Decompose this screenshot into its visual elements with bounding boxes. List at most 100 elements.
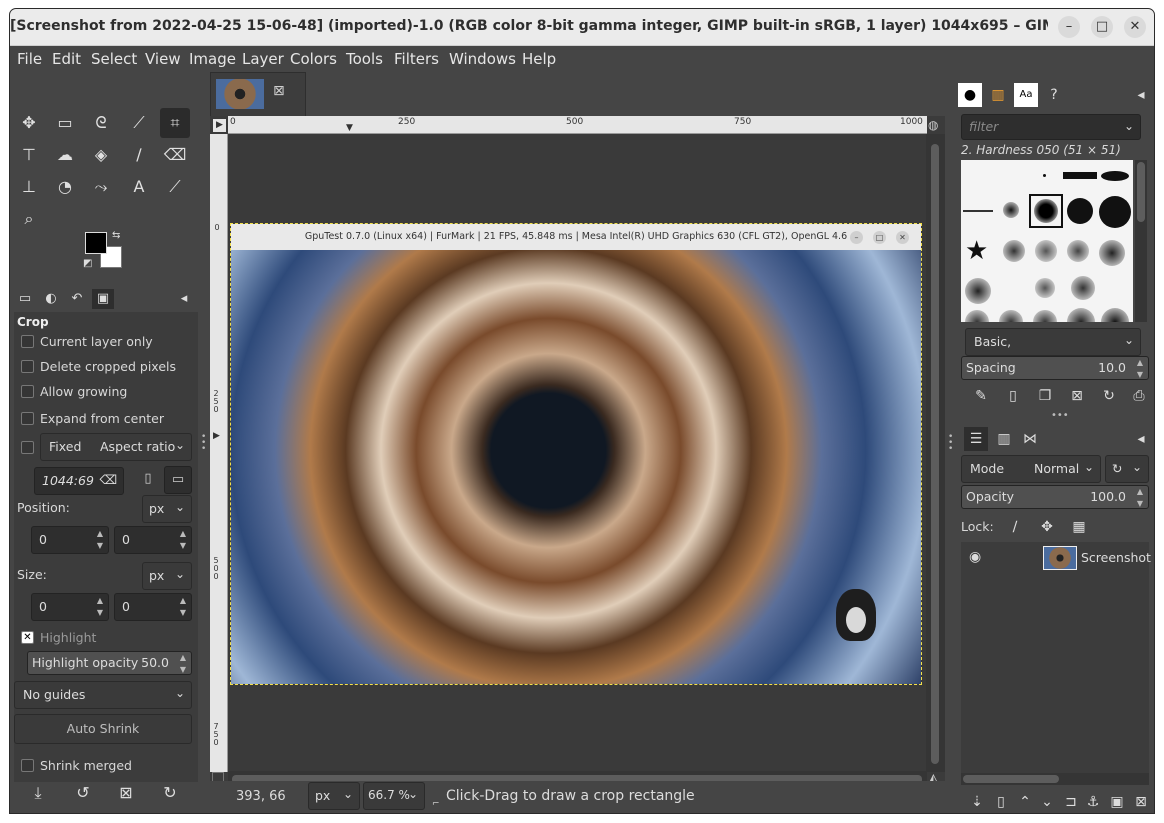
portrait-icon[interactable]: ▯: [138, 471, 158, 491]
vertical-scrollbar[interactable]: [926, 134, 945, 772]
allow-growing-checkbox[interactable]: [21, 385, 34, 398]
swap-colors-icon[interactable]: ⇆: [112, 230, 120, 241]
spin-icon[interactable]: ▲ ▼: [177, 595, 189, 619]
layer-mode-combo[interactable]: Mode Normal ⌄: [961, 455, 1101, 483]
spacing-field[interactable]: Spacing 10.0 ▲ ▼: [961, 356, 1149, 380]
shrink-merged-checkbox[interactable]: [21, 759, 34, 772]
unified-transform-icon[interactable]: ⊤: [14, 140, 44, 170]
highlight-checkbox[interactable]: ✕: [21, 631, 34, 644]
edit-brush-icon[interactable]: ✎: [969, 384, 993, 408]
brush-item[interactable]: [1067, 240, 1089, 262]
brush-item[interactable]: [1067, 198, 1093, 224]
highlight-opacity-field[interactable]: Highlight opacity 50.0 ▲ ▼: [27, 651, 192, 675]
menu-filters[interactable]: Filters: [394, 50, 439, 68]
paths-tab-icon[interactable]: ⋈: [1018, 427, 1042, 451]
images-tab-icon[interactable]: ▣: [92, 289, 114, 309]
fonts-tab-icon[interactable]: Aa: [1014, 83, 1038, 107]
vertical-ruler[interactable]: 0 250 500 750 ▶: [210, 134, 228, 772]
eraser-icon[interactable]: ⌫: [160, 140, 190, 170]
configure-tab-icon[interactable]: ◂: [173, 289, 195, 309]
open-brush-as-image-icon[interactable]: ⎙: [1127, 384, 1151, 408]
brush-item[interactable]: [1043, 174, 1046, 177]
aspect-ratio-field[interactable]: 1044:69 ⌫: [34, 467, 124, 495]
brush-item[interactable]: [1035, 240, 1057, 262]
eye-icon[interactable]: ◉: [969, 549, 981, 565]
warp-icon[interactable]: ☁: [50, 140, 80, 170]
menu-colors[interactable]: Colors: [290, 50, 337, 68]
raise-layer-icon[interactable]: ⌃: [1013, 790, 1037, 813]
menu-layer[interactable]: Layer: [242, 50, 284, 68]
menu-edit[interactable]: Edit: [52, 50, 81, 68]
size-unit-combo[interactable]: px ⌄: [142, 562, 192, 590]
duplicate-brush-icon[interactable]: ❐: [1033, 384, 1057, 408]
brush-item[interactable]: [1067, 308, 1095, 322]
scroll-thumb[interactable]: [1137, 162, 1145, 222]
spin-icon[interactable]: ▲ ▼: [94, 528, 106, 552]
drag-handle-icon[interactable]: •••: [1051, 410, 1069, 421]
clear-icon[interactable]: ⌫: [99, 472, 117, 487]
delete-options-icon[interactable]: ⊠: [114, 781, 138, 805]
reset-options-icon[interactable]: ↻: [158, 781, 182, 805]
spin-icon[interactable]: ▲ ▼: [177, 652, 189, 674]
paintbrush-icon[interactable]: ∕: [124, 140, 154, 170]
position-unit-combo[interactable]: px ⌄: [142, 495, 192, 523]
quick-mask-icon[interactable]: ▶: [213, 119, 226, 132]
scroll-thumb[interactable]: [931, 144, 939, 764]
delete-brush-icon[interactable]: ⊠: [1065, 384, 1089, 408]
unit-combo[interactable]: px ⌄: [308, 782, 360, 810]
scroll-thumb[interactable]: [963, 775, 1059, 783]
brush-item[interactable]: [1003, 202, 1019, 218]
menu-tools[interactable]: Tools: [346, 50, 383, 68]
spin-icon[interactable]: ▲ ▼: [1134, 357, 1146, 379]
brush-item[interactable]: [999, 310, 1023, 322]
horizontal-ruler[interactable]: 0 250 500 750 1000 ▼: [228, 116, 927, 134]
duplicate-layer-icon[interactable]: ⊐: [1059, 790, 1083, 813]
menu-select[interactable]: Select: [91, 50, 137, 68]
expand-from-center-checkbox[interactable]: [21, 412, 34, 425]
restore-options-icon[interactable]: ↺: [71, 781, 95, 805]
fixed-checkbox[interactable]: [21, 441, 34, 454]
spin-icon[interactable]: ▲ ▼: [94, 595, 106, 619]
new-layer-icon[interactable]: ▯: [989, 790, 1013, 813]
brush-preset-combo[interactable]: Basic, ⌄: [965, 328, 1141, 356]
spin-icon[interactable]: ▲ ▼: [1134, 486, 1146, 508]
brush-item[interactable]: [1099, 240, 1125, 266]
lock-position-icon[interactable]: ✥: [1035, 515, 1059, 539]
layers-scrollbar[interactable]: [961, 773, 1149, 785]
brush-item[interactable]: [1099, 196, 1131, 228]
menu-file[interactable]: File: [17, 50, 42, 68]
position-x-field[interactable]: 0 ▲ ▼: [31, 526, 109, 554]
brush-item[interactable]: [1063, 172, 1097, 179]
layer-row[interactable]: ◉ Screenshot fr: [961, 544, 1154, 572]
brush-item[interactable]: ★: [965, 236, 988, 266]
brush-item[interactable]: [1035, 278, 1055, 298]
brush-filter-input[interactable]: filter ⌄: [961, 114, 1141, 140]
path-icon[interactable]: ⤳: [86, 172, 116, 202]
text-icon[interactable]: A: [124, 172, 154, 202]
brush-item[interactable]: [965, 310, 989, 322]
help-icon[interactable]: ?: [1042, 83, 1066, 107]
layers-tab-icon[interactable]: ☰: [964, 427, 988, 451]
lower-layer-icon[interactable]: ⌄: [1035, 790, 1059, 813]
menu-help[interactable]: Help: [522, 50, 556, 68]
auto-shrink-button[interactable]: Auto Shrink: [14, 714, 192, 744]
zoom-image-icon[interactable]: ◍: [928, 118, 938, 132]
rect-select-icon[interactable]: ▭: [50, 108, 80, 138]
brush-item[interactable]: [1071, 276, 1095, 300]
image-layer[interactable]: GpuTest 0.7.0 (Linux x64) | FurMark | 21…: [230, 223, 922, 685]
brushes-tab-icon[interactable]: ●: [958, 83, 982, 107]
new-layer-group-icon[interactable]: ⇣: [965, 790, 989, 813]
new-brush-icon[interactable]: ▯: [1001, 384, 1025, 408]
menu-windows[interactable]: Windows: [449, 50, 516, 68]
menu-image[interactable]: Image: [189, 50, 236, 68]
image-tab[interactable]: ⊠: [210, 72, 306, 116]
color-picker-icon[interactable]: ⟋: [160, 172, 190, 202]
brush-item[interactable]: [1033, 310, 1057, 322]
delete-cropped-checkbox[interactable]: [21, 360, 34, 373]
drag-handle-icon[interactable]: •••: [948, 433, 953, 454]
fuzzy-select-icon[interactable]: ⟋: [124, 108, 154, 138]
default-colors-icon[interactable]: ◩: [83, 258, 92, 269]
tool-options-tab-icon[interactable]: ▭: [14, 289, 36, 309]
landscape-icon[interactable]: ▭: [164, 466, 192, 494]
save-options-icon[interactable]: ⤓: [26, 781, 50, 805]
